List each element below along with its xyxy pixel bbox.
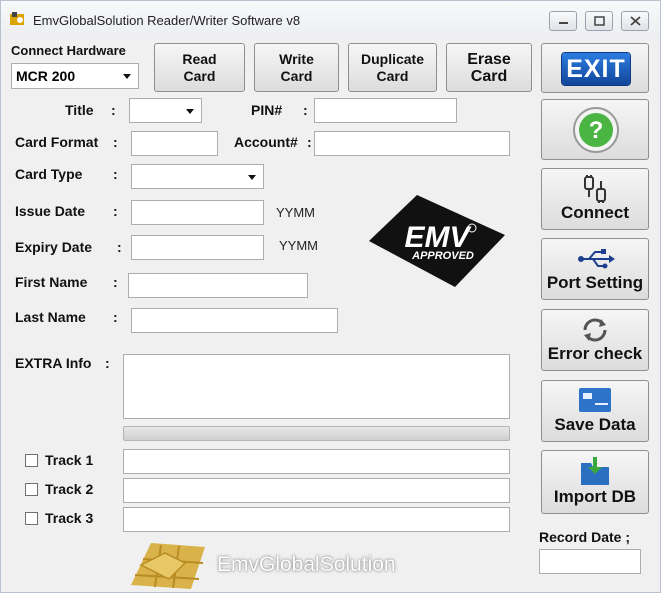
emv-approved-logo: EMV APPROVED [369,195,505,287]
app-icon [10,12,24,25]
title-bar: EmvGlobalSolution Reader/Writer Software… [1,1,660,37]
title-label: Title [65,102,94,118]
extra-info-colon: : [105,355,110,371]
error-check-button[interactable]: Error check [541,309,649,371]
chevron-down-icon [248,175,256,180]
exit-button[interactable]: EXIT [541,43,649,93]
record-date-field[interactable] [539,549,641,574]
track-3-checkbox[interactable] [25,512,38,525]
card-type-colon: : [113,166,118,182]
import-db-label: Import DB [553,487,637,506]
card-type-select[interactable] [131,164,264,189]
first-name-field[interactable] [128,273,308,298]
help-button[interactable]: ? [541,99,649,160]
card-icon [542,387,648,413]
track-3-label: Track 3 [45,510,94,526]
expiry-date-label: Expiry Date [15,239,93,255]
error-check-label: Error check [547,344,643,363]
pin-colon: : [303,102,308,118]
minimize-icon [559,22,568,24]
pin-field[interactable] [314,98,457,123]
title-select[interactable] [129,98,202,123]
issue-date-colon: : [113,203,118,219]
last-name-colon: : [113,309,118,325]
record-date-label: Record Date ; [539,529,631,545]
track-3-field[interactable] [123,507,510,532]
svg-text:?: ? [589,117,604,144]
close-icon [630,16,641,26]
chip-logo [131,543,205,589]
import-db-button[interactable]: Import DB [541,450,649,514]
connect-hardware-label: Connect Hardware [11,43,126,58]
maximize-button[interactable] [585,11,613,31]
connect-label: Connect [561,203,629,222]
maximize-icon [594,16,605,26]
chevron-down-icon [123,74,131,79]
exit-badge: EXIT [562,53,630,85]
port-setting-label: Port Setting [546,273,644,292]
track-1-label: Track 1 [45,452,94,468]
account-label: Account# [234,134,298,150]
pin-label: PIN# [251,102,283,118]
first-name-colon: : [113,274,118,290]
expiry-date-format: YYMM [279,238,318,253]
issue-date-label: Issue Date [15,203,86,219]
chevron-down-icon [186,109,194,114]
save-data-button[interactable]: Save Data [541,380,649,442]
exit-label: EXIT [566,54,626,83]
close-button[interactable] [621,11,649,31]
issue-date-format: YYMM [276,205,315,220]
card-format-label: Card Format [15,134,99,150]
plug-icon [542,175,648,203]
read-card-button[interactable]: Read Card [154,43,245,92]
extra-info-textarea[interactable] [123,354,510,419]
write-card-button[interactable]: Write Card [254,43,339,92]
port-setting-button[interactable]: Port Setting [541,238,649,300]
emv-logo-sub: APPROVED [411,250,474,262]
extra-info-label: EXTRA Info [15,355,92,371]
track-1-field[interactable] [123,449,510,474]
track-2-checkbox[interactable] [25,483,38,496]
save-data-label: Save Data [554,415,636,434]
first-name-label: First Name [15,274,88,290]
usb-icon [542,245,648,273]
minimize-button[interactable] [549,11,577,31]
hardware-value: MCR 200 [16,68,76,84]
card-type-label: Card Type [15,166,83,182]
account-colon: : [307,134,312,150]
progress-bar [123,426,510,441]
title-colon: : [111,102,116,118]
brand-text: EmvGlobalSolution [217,553,396,576]
refresh-icon [542,316,648,344]
last-name-field[interactable] [131,308,338,333]
issue-date-field[interactable] [131,200,264,225]
connect-button[interactable]: Connect [541,168,649,230]
question-icon: ? [573,107,619,153]
card-format-field[interactable] [131,131,218,156]
track-2-field[interactable] [123,478,510,503]
expiry-date-colon: : [117,239,122,255]
card-format-colon: : [113,134,118,150]
expiry-date-field[interactable] [131,235,264,260]
erase-card-button[interactable]: Erase Card [446,43,532,92]
duplicate-card-button[interactable]: Duplicate Card [348,43,437,92]
track-1-checkbox[interactable] [25,454,38,467]
last-name-label: Last Name [15,309,86,325]
main-window: EmvGlobalSolution Reader/Writer Software… [0,0,661,593]
window-title: EmvGlobalSolution Reader/Writer Software… [33,13,301,28]
track-2-label: Track 2 [45,481,94,497]
import-icon [542,457,648,487]
account-field[interactable] [314,131,510,156]
hardware-select[interactable]: MCR 200 [11,63,139,89]
